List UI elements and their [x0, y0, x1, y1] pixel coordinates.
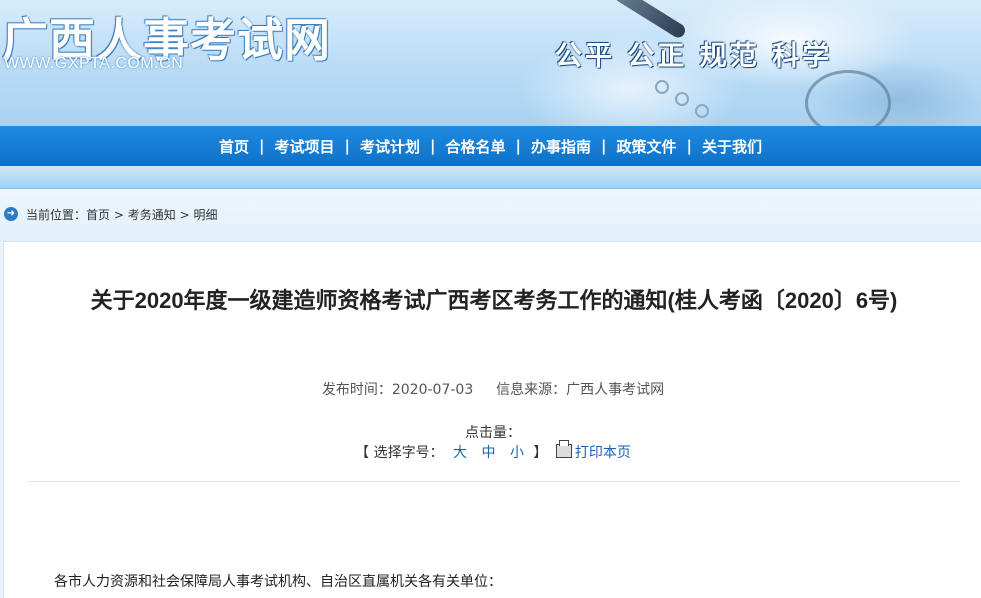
source-value: 广西人事考试网	[566, 382, 665, 398]
nav-item-home[interactable]: 首页	[219, 136, 249, 157]
notebook-ring	[675, 92, 689, 106]
print-page-link[interactable]: 打印本页	[575, 445, 631, 461]
breadcrumb-separator: >	[113, 208, 124, 222]
nav-item-qualified-list[interactable]: 合格名单	[445, 136, 505, 157]
location-arrow-icon: ➜	[4, 207, 18, 221]
nav-item-service-guide[interactable]: 办事指南	[531, 136, 591, 157]
nav-separator: |	[259, 137, 265, 155]
hit-count: 点击量：	[465, 425, 521, 441]
font-size-medium[interactable]: 中	[482, 445, 496, 461]
breadcrumb-separator: >	[179, 208, 190, 222]
breadcrumb-home[interactable]: 首页	[86, 208, 110, 222]
nav-separator: |	[601, 137, 607, 155]
publish-time-label: 发布时间：	[321, 382, 392, 398]
nav-separator: |	[430, 137, 436, 155]
site-banner: 广西人事考试网 WWW.GXPTA.COM.CN 公平 公正 规范 科学	[0, 0, 981, 126]
notebook-ring	[655, 80, 669, 94]
nav-item-exam-plan[interactable]: 考试计划	[360, 136, 420, 157]
breadcrumb-exam-notices[interactable]: 考务通知	[128, 208, 176, 222]
article-meta: 发布时间：2020-07-03 信息来源：广西人事考试网	[4, 379, 981, 399]
font-size-label: 【 选择字号：	[355, 445, 444, 461]
source-label: 信息来源：	[496, 382, 567, 398]
font-size-small[interactable]: 小	[510, 445, 524, 461]
nav-decorative-strip	[0, 166, 981, 189]
site-url: WWW.GXPTA.COM.CN	[4, 55, 184, 72]
notebook-ring	[695, 104, 709, 118]
nav-item-policy-docs[interactable]: 政策文件	[616, 136, 676, 157]
font-size-large[interactable]: 大	[453, 445, 467, 461]
breadcrumb-prefix: 当前位置：	[26, 208, 87, 222]
breadcrumb: 当前位置：首页 > 考务通知 > 明细	[26, 206, 218, 223]
nav-item-exam-projects[interactable]: 考试项目	[274, 136, 334, 157]
font-size-selector: 【 选择字号： 大 中 小 】 打印本页	[4, 440, 981, 462]
content-divider	[28, 481, 960, 482]
article-panel: 关于2020年度一级建造师资格考试广西考区考务工作的通知(桂人考函〔2020〕6…	[3, 241, 981, 598]
article-title: 关于2020年度一级建造师资格考试广西考区考务工作的通知(桂人考函〔2020〕6…	[90, 288, 898, 313]
site-slogan: 公平 公正 规范 科学	[555, 41, 833, 72]
breadcrumb-bar: ➜ 当前位置：首页 > 考务通知 > 明细	[0, 189, 981, 241]
nav-separator: |	[686, 137, 692, 155]
nav-separator: |	[344, 137, 350, 155]
main-nav: 首页 | 考试项目 | 考试计划 | 合格名单 | 办事指南 | 政策文件 | …	[0, 126, 981, 166]
printer-icon[interactable]	[555, 440, 572, 458]
nav-separator: |	[515, 137, 521, 155]
font-size-close-bracket: 】	[533, 445, 548, 461]
article-body-first-line: 各市人力资源和社会保障局人事考试机构、自治区直属机关各有关单位：	[54, 574, 502, 590]
breadcrumb-current: 明细	[193, 208, 218, 222]
nav-item-about-us[interactable]: 关于我们	[702, 136, 762, 157]
publish-date: 2020-07-03	[391, 382, 474, 398]
